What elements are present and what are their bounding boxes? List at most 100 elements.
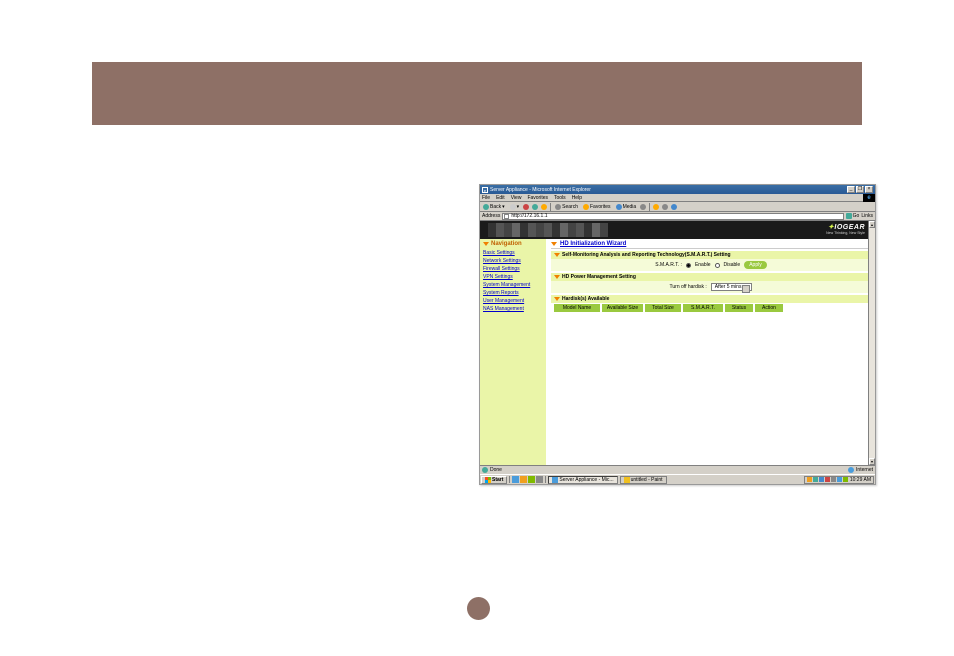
vertical-scrollbar[interactable]: ▴ ▾ [868, 221, 875, 465]
power-section-heading: HD Power Management Setting [551, 273, 871, 281]
search-button[interactable]: Search [554, 204, 579, 210]
page-title-row: HD Initialization Wizard [551, 241, 871, 249]
ql-ie-icon[interactable] [512, 476, 519, 483]
scroll-up-button[interactable]: ▴ [869, 221, 875, 228]
menu-file[interactable]: File [482, 195, 490, 201]
nav-user-management[interactable]: User Management [483, 297, 543, 305]
forward-button[interactable]: ▾ [509, 204, 521, 210]
edit-button[interactable] [671, 204, 677, 210]
menu-edit[interactable]: Edit [496, 195, 505, 201]
smart-section: Self-Monitoring Analysis and Reporting T… [551, 251, 871, 271]
address-value: http://172.16.1.1 [511, 213, 547, 219]
toolbar: Back ▾ ▾ Search Favorites Media [480, 202, 875, 212]
nav-vpn-settings[interactable]: VPN Settings [483, 273, 543, 281]
internet-zone-icon [848, 467, 854, 473]
go-label: Go [853, 213, 860, 219]
refresh-button[interactable] [532, 204, 538, 210]
smart-enable-radio[interactable] [686, 263, 691, 268]
history-button[interactable] [640, 204, 646, 210]
chevron-down-icon [554, 297, 560, 301]
ie-icon: e [482, 187, 488, 193]
menu-tools[interactable]: Tools [554, 195, 566, 201]
taskbar-clock[interactable]: 10:29 AM [850, 477, 871, 483]
smart-disable-radio[interactable] [715, 263, 720, 268]
nav-network-settings[interactable]: Network Settings [483, 257, 543, 265]
nav-system-reports[interactable]: System Reports [483, 289, 543, 297]
available-section: Hardisk(s) Available Model Name Availabl… [551, 295, 871, 313]
go-button[interactable]: Go [846, 213, 860, 219]
quick-launch [509, 476, 546, 483]
power-section-body: Turn off hardisk : After 5 mins [551, 281, 871, 293]
col-action: Action [755, 304, 783, 312]
task-paint[interactable]: untitled - Paint [620, 476, 667, 484]
stop-button[interactable] [523, 204, 529, 210]
smart-apply-button[interactable]: Apply [744, 261, 767, 269]
toolbar-separator [649, 203, 650, 211]
nav-basic-settings[interactable]: Basic Settings [483, 249, 543, 257]
taskbar: Start Server Appliance - Mic... untitled… [480, 474, 875, 484]
start-button[interactable]: Start [481, 476, 507, 484]
tray-icon[interactable] [837, 477, 842, 482]
browser-window: e Server Appliance - Microsoft Internet … [479, 184, 876, 485]
media-button[interactable]: Media [615, 204, 638, 210]
nav-nas-management[interactable]: NAS Management [483, 305, 543, 313]
addressbar: Address http://172.16.1.1 Go Links [480, 212, 875, 221]
ql-desktop-icon[interactable] [528, 476, 535, 483]
close-button[interactable]: × [865, 186, 873, 193]
nav-system-management[interactable]: System Management [483, 281, 543, 289]
page-content: ✦IOGEAR New Thinking, New Style Navigati… [480, 221, 875, 465]
col-available-size: Available Size [602, 304, 643, 312]
address-input[interactable]: http://172.16.1.1 [502, 213, 843, 220]
media-label: Media [623, 204, 637, 210]
maximize-button[interactable]: ❐ [856, 186, 864, 193]
search-icon [555, 204, 561, 210]
available-section-heading: Hardisk(s) Available [551, 295, 871, 303]
home-button[interactable] [541, 204, 547, 210]
menu-help[interactable]: Help [572, 195, 582, 201]
print-button[interactable] [662, 204, 668, 210]
status-text: Done [490, 467, 502, 473]
menu-favorites[interactable]: Favorites [527, 195, 548, 201]
zone-label: Internet [856, 467, 873, 473]
brand-main: OGEAR [837, 224, 865, 231]
ie-throbber: e [863, 194, 875, 202]
ql-outlook-icon[interactable] [520, 476, 527, 483]
tray-icon[interactable] [831, 477, 836, 482]
toolbar-separator [550, 203, 551, 211]
smart-label: S.M.A.R.T. : [655, 262, 682, 268]
chevron-down-icon [551, 242, 557, 246]
chevron-down-icon [483, 242, 489, 246]
tray-icon[interactable] [825, 477, 830, 482]
scroll-track[interactable] [869, 228, 875, 458]
links-label[interactable]: Links [861, 213, 873, 219]
task-browser[interactable]: Server Appliance - Mic... [548, 476, 617, 484]
tray-icon[interactable] [813, 477, 818, 482]
power-heading-label: HD Power Management Setting [562, 274, 636, 280]
content-pane: HD Initialization Wizard Self-Monitoring… [547, 239, 875, 465]
done-icon [482, 467, 488, 473]
forward-icon [510, 204, 516, 210]
tray-icon[interactable] [819, 477, 824, 482]
page-title[interactable]: HD Initialization Wizard [560, 241, 626, 247]
ql-app-icon[interactable] [536, 476, 543, 483]
menu-view[interactable]: View [511, 195, 522, 201]
available-heading-label: Hardisk(s) Available [562, 296, 609, 302]
favorites-button[interactable]: Favorites [582, 204, 612, 210]
window-title: Server Appliance - Microsoft Internet Ex… [490, 187, 591, 193]
nav-firewall-settings[interactable]: Firewall Settings [483, 265, 543, 273]
col-status: Status [725, 304, 753, 312]
power-label: Turn off hardisk : [670, 284, 707, 290]
document-header-bar [92, 62, 862, 125]
tray-icon[interactable] [807, 477, 812, 482]
power-select[interactable]: After 5 mins [711, 283, 753, 291]
hardisk-table-header: Model Name Available Size Total Size S.M… [551, 303, 871, 313]
minimize-button[interactable]: _ [847, 186, 855, 193]
mail-button[interactable] [653, 204, 659, 210]
sidebar-nav: Navigation Basic Settings Network Settin… [480, 239, 547, 465]
scroll-down-button[interactable]: ▾ [869, 458, 875, 465]
system-tray: 10:29 AM [804, 476, 874, 484]
page-icon [504, 214, 509, 219]
banner-pattern [488, 223, 608, 237]
tray-icon[interactable] [843, 477, 848, 482]
back-button[interactable]: Back ▾ [482, 204, 506, 210]
